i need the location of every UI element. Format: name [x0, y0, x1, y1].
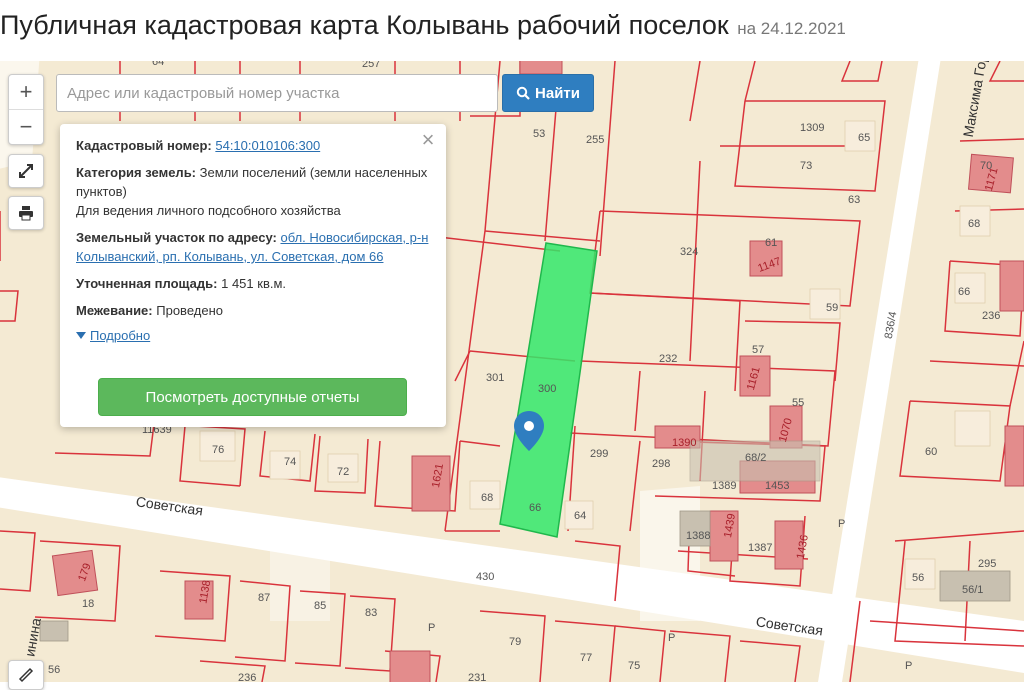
svg-text:232: 232 [659, 353, 677, 365]
page-date: на 24.12.2021 [737, 19, 846, 38]
survey-row: Межевание: Проведено [76, 301, 430, 320]
search-input[interactable] [56, 74, 498, 112]
print-icon [19, 206, 33, 221]
svg-text:61: 61 [765, 237, 777, 249]
svg-text:79: 79 [509, 636, 521, 648]
svg-text:301: 301 [486, 372, 504, 384]
svg-text:87: 87 [258, 592, 270, 604]
land-category-label: Категория земель: [76, 165, 197, 180]
svg-text:инина: инина [21, 617, 44, 658]
svg-text:66: 66 [529, 502, 541, 514]
survey-label: Межевание: [76, 303, 153, 318]
svg-text:64: 64 [152, 61, 164, 68]
svg-text:66: 66 [958, 286, 970, 298]
svg-text:1390: 1390 [672, 437, 696, 449]
cadastral-number-row: Кадастровый номер: 54:10:010106:300 [76, 136, 430, 155]
svg-text:295: 295 [978, 558, 996, 570]
svg-text:68: 68 [481, 492, 493, 504]
search-button-label: Найти [535, 84, 580, 102]
svg-text:55: 55 [792, 397, 804, 409]
svg-text:77: 77 [580, 652, 592, 664]
svg-text:1453: 1453 [765, 480, 789, 492]
view-reports-button[interactable]: Посмотреть доступные отчеты [98, 378, 407, 416]
svg-text:75: 75 [628, 660, 640, 672]
svg-text:231: 231 [468, 672, 486, 682]
land-category-row: Категория земель: Земли поселений (земли… [76, 163, 430, 220]
svg-text:60: 60 [925, 446, 937, 458]
svg-text:236: 236 [982, 310, 1000, 322]
zoom-out-button[interactable]: − [9, 109, 43, 144]
svg-text:1309: 1309 [800, 122, 824, 134]
address-label: Земельный участок по адресу: [76, 230, 277, 245]
svg-text:76: 76 [212, 444, 224, 456]
survey-value: Проведено [156, 303, 223, 318]
area-row: Уточненная площадь: 1 451 кв.м. [76, 274, 430, 293]
print-button[interactable] [8, 196, 44, 230]
caret-down-icon [76, 331, 86, 339]
svg-text:59: 59 [826, 302, 838, 314]
svg-text:56/1: 56/1 [962, 584, 983, 596]
svg-text:1387: 1387 [748, 542, 772, 554]
svg-text:72: 72 [337, 466, 349, 478]
svg-text:18: 18 [82, 598, 94, 610]
svg-text:53: 53 [533, 128, 545, 140]
search-icon [516, 86, 530, 100]
ruler-button[interactable] [8, 660, 44, 690]
fullscreen-icon [19, 164, 33, 178]
parcel-info-panel: × Кадастровый номер: 54:10:010106:300 Ка… [60, 124, 446, 427]
ruler-icon [18, 667, 34, 683]
svg-text:1389: 1389 [712, 480, 736, 492]
area-value: 1 451 кв.м. [221, 276, 287, 291]
svg-text:P: P [428, 622, 435, 634]
svg-text:73: 73 [800, 160, 812, 172]
svg-text:236: 236 [238, 672, 256, 682]
zoom-in-button[interactable]: + [9, 75, 43, 109]
address-row: Земельный участок по адресу: обл. Новоси… [76, 228, 430, 266]
svg-text:255: 255 [586, 134, 604, 146]
zoom-control: + − [8, 74, 44, 145]
search-button[interactable]: Найти [502, 74, 594, 112]
svg-text:257: 257 [362, 61, 380, 70]
svg-text:298: 298 [652, 458, 670, 470]
svg-text:63: 63 [848, 194, 860, 206]
svg-text:83: 83 [365, 607, 377, 619]
svg-text:Максима Горь: Максима Горь [960, 61, 992, 138]
page-title-text: Публичная кадастровая карта Колывань раб… [0, 10, 729, 40]
svg-text:64: 64 [574, 510, 586, 522]
svg-text:430: 430 [476, 571, 494, 583]
details-link-label: Подробно [90, 328, 151, 343]
close-icon[interactable]: × [418, 129, 438, 151]
svg-text:57: 57 [752, 344, 764, 356]
svg-text:68/2: 68/2 [745, 452, 766, 464]
svg-text:56: 56 [912, 572, 924, 584]
svg-text:68: 68 [968, 218, 980, 230]
cadastral-number-link[interactable]: 54:10:010106:300 [215, 138, 320, 153]
page-title: Публичная кадастровая карта Колывань раб… [0, 4, 846, 54]
svg-text:300: 300 [538, 383, 556, 395]
svg-text:85: 85 [314, 600, 326, 612]
fullscreen-button[interactable] [8, 154, 44, 188]
svg-text:324: 324 [680, 246, 698, 258]
svg-text:74: 74 [284, 456, 296, 468]
svg-text:P: P [905, 660, 912, 672]
svg-text:65: 65 [858, 132, 870, 144]
land-usage-value: Для ведения личного подсобного хозяйства [76, 203, 341, 218]
cadastral-number-label: Кадастровый номер: [76, 138, 212, 153]
details-link[interactable]: Подробно [76, 328, 430, 343]
svg-text:299: 299 [590, 448, 608, 460]
svg-text:P: P [838, 518, 845, 530]
svg-text:1388: 1388 [686, 530, 710, 542]
svg-text:P: P [668, 632, 675, 644]
svg-text:56: 56 [48, 664, 60, 676]
area-label: Уточненная площадь: [76, 276, 218, 291]
